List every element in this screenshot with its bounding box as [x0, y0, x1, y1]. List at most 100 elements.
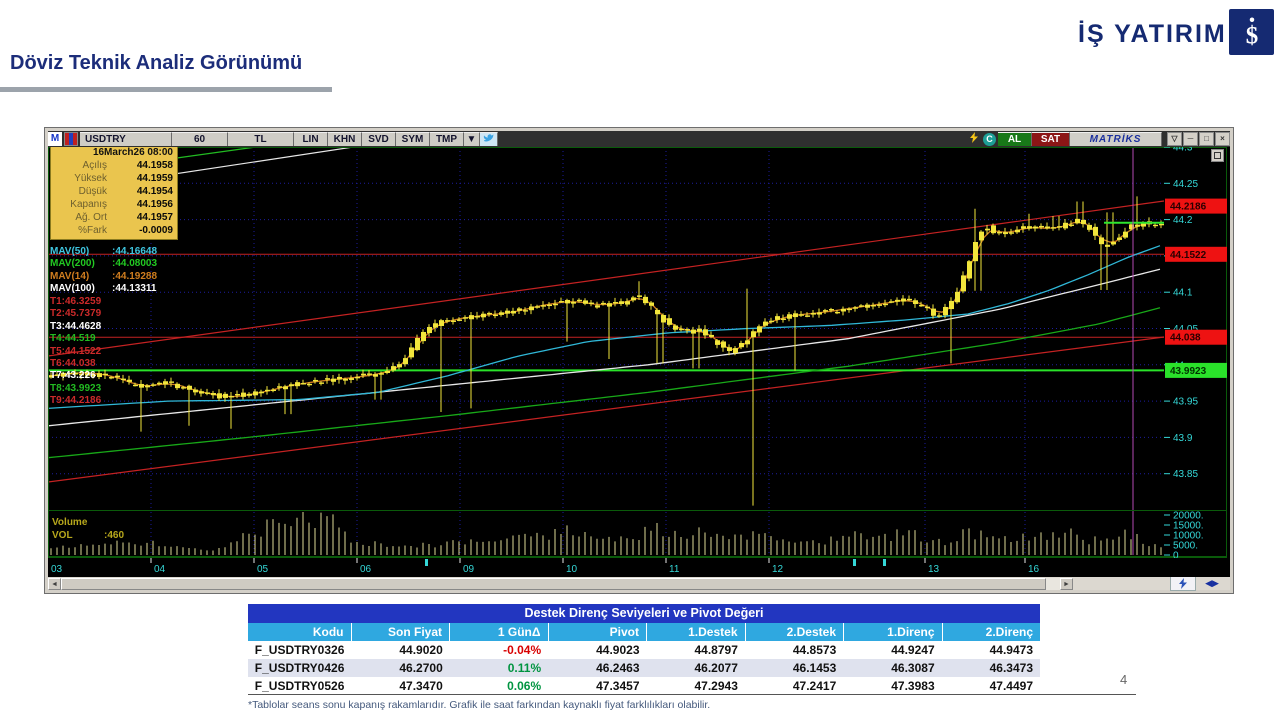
svg-text::460: :460: [104, 530, 124, 541]
pivot-cell: 44.9023: [596, 643, 640, 657]
support1-cell: 44.8797: [694, 643, 738, 657]
c-badge-icon[interactable]: C: [983, 132, 996, 146]
grid-layer: [48, 147, 1164, 555]
candles-layer: [49, 196, 1164, 506]
pane-restore-icon[interactable]: [1211, 149, 1224, 162]
support1-cell: 46.2077: [694, 661, 738, 675]
matriks-lightning-icon[interactable]: [1170, 576, 1196, 591]
twitter-icon[interactable]: [480, 132, 498, 146]
symbol-cell: F_USDTRY0426: [254, 661, 345, 675]
symbol-cell: F_USDTRY0526: [254, 679, 345, 693]
is-yatirim-logo-text: İŞ YATIRIM: [1078, 20, 1227, 48]
page-number: 4: [1120, 672, 1128, 687]
mode-button-lin[interactable]: LIN: [294, 132, 328, 146]
chart-scrollbar: ◄ ► ◀▶: [48, 576, 1230, 591]
resistance1-cell: 46.3087: [891, 661, 935, 675]
pivot-level-label: T3:44.4628: [50, 320, 102, 332]
chevron-down-icon[interactable]: ▼: [464, 132, 480, 146]
is-bank-logo-icon: $: [1229, 9, 1274, 55]
ohlc-row: Açılış 44.1958: [82, 160, 173, 171]
resistance2-cell: 47.4497: [989, 679, 1033, 693]
symbol-field[interactable]: USDTRY: [80, 132, 172, 146]
scroll-right-icon[interactable]: ►: [1060, 577, 1073, 590]
support2-cell: 47.2417: [792, 679, 837, 693]
pivot-level-label: T9:44.2186: [50, 395, 102, 407]
chart-area[interactable]: 44.344.2544.244.1544.144.0544.43.9543.94…: [48, 147, 1230, 577]
bar-step-buttons[interactable]: ◀▶: [1196, 577, 1228, 590]
svg-text:Volume: Volume: [52, 517, 88, 528]
pivot-level-label: T6:44.038: [50, 358, 96, 370]
pivot-cell: 47.3457: [596, 679, 640, 693]
matriks-m-icon[interactable]: M: [48, 132, 62, 146]
change-cell: 0.11%: [507, 661, 542, 675]
svg-text:44.25: 44.25: [1173, 179, 1198, 190]
support1-cell: 47.2943: [694, 679, 738, 693]
footnote: *Tablolar seans sonu kapanış rakamlarıdı…: [248, 699, 711, 711]
pane-menu-icon[interactable]: ▽: [1167, 132, 1182, 146]
price-chart[interactable]: 44.344.2544.244.1544.144.0544.43.9543.94…: [48, 147, 1230, 577]
scroll-left-icon[interactable]: ◄: [48, 577, 61, 590]
mode-button-khn[interactable]: KHN: [328, 132, 362, 146]
support2-cell: 44.8573: [792, 643, 837, 657]
column-header: 2.Direnç: [985, 625, 1033, 639]
svg-text:43.85: 43.85: [1173, 469, 1198, 480]
close-icon[interactable]: ×: [1215, 132, 1230, 146]
svg-text:05: 05: [257, 564, 269, 575]
pivot-table-title: Destek Direnç Seviyeleri ve Pivot Değeri: [248, 604, 1040, 623]
scrollbar-thumb[interactable]: [61, 577, 1046, 590]
svg-text:16: 16: [1028, 564, 1040, 575]
svg-text:13: 13: [928, 564, 940, 575]
pivot-cell: 46.2463: [596, 661, 640, 675]
maximize-icon[interactable]: □: [1199, 132, 1214, 146]
mav-legend: MAV(50):44.16648 MAV(200):44.08003 MAV(14)…: [50, 246, 157, 296]
scrollbar-track[interactable]: [1046, 577, 1060, 590]
resistance1-cell: 44.9247: [891, 643, 935, 657]
terminal-toolbar: M USDTRY 60 TL LIN KHN SVD SYM TMP ▼ C AL SA…: [48, 131, 1230, 147]
chart-mini-icon[interactable]: [64, 132, 78, 146]
svg-text:44.1522: 44.1522: [1170, 250, 1207, 261]
mode-buttons: LIN KHN SVD SYM TMP: [294, 132, 464, 146]
volume-layer: [50, 512, 1162, 555]
svg-text:44.2186: 44.2186: [1170, 202, 1207, 213]
title-underline: [0, 87, 332, 92]
pivot-table-header: Kodu Son Fiyat 1 GünΔ Pivot 1.Destek 2.Destek…: [248, 623, 1040, 641]
matriks-terminal-window: M USDTRY 60 TL LIN KHN SVD SYM TMP ▼ C AL SA…: [44, 127, 1234, 594]
sell-button[interactable]: SAT: [1032, 132, 1070, 146]
currency-button[interactable]: TL: [228, 132, 294, 146]
lightning-icon[interactable]: [967, 132, 981, 146]
table-row: F_USDTRY0426 46.2700 0.11% 46.2463 46.2077 46…: [248, 659, 1040, 677]
column-header: Pivot: [549, 623, 647, 641]
mav-legend-item: MAV(100):44.13311: [50, 283, 157, 295]
symbol-cell: F_USDTRY0326: [254, 643, 345, 657]
mode-button-tmp[interactable]: TMP: [430, 132, 464, 146]
mode-button-svd[interactable]: SVD: [362, 132, 396, 146]
matriks-brand: MATRİKS: [1070, 132, 1162, 146]
ohlc-row: %Fark -0.0009: [78, 225, 173, 236]
chart-nav-cluster: ◀▶: [1170, 576, 1228, 591]
change-cell: 0.06%: [507, 679, 542, 693]
mav-legend-item: MAV(14):44.19288: [50, 270, 158, 282]
pivot-table: Destek Direnç Seviyeleri ve Pivot Değeri…: [248, 604, 1040, 695]
table-row: F_USDTRY0526 47.3470 0.06% 47.3457 47.2943 47…: [248, 677, 1040, 695]
svg-text:11: 11: [669, 564, 680, 575]
svg-text:06: 06: [360, 564, 372, 575]
last-price-cell: 46.2700: [399, 661, 443, 675]
svg-text:04: 04: [154, 564, 166, 575]
pivot-level-label: T4:44.519: [50, 333, 96, 345]
period-button[interactable]: 60: [172, 132, 228, 146]
ohlc-row: Düşük 44.1954: [78, 186, 173, 197]
resistance2-cell: 44.9473: [989, 643, 1033, 657]
mode-button-sym[interactable]: SYM: [396, 132, 430, 146]
mav-legend-item: MAV(200):44.08003: [50, 258, 158, 270]
pivot-level-label: T2:45.7379: [50, 308, 102, 320]
resistance1-cell: 47.3983: [891, 679, 935, 693]
buy-button[interactable]: AL: [998, 132, 1032, 146]
ohlc-row: Yüksek 44.1959: [74, 173, 173, 184]
last-price-cell: 44.9020: [399, 643, 443, 657]
support2-cell: 46.1453: [792, 661, 837, 675]
minimize-icon[interactable]: ─: [1183, 132, 1198, 146]
column-header: 1.Destek: [647, 623, 746, 641]
svg-text:44.3: 44.3: [1173, 147, 1193, 154]
resistance2-cell: 46.3473: [989, 661, 1033, 675]
svg-text:10: 10: [566, 564, 578, 575]
